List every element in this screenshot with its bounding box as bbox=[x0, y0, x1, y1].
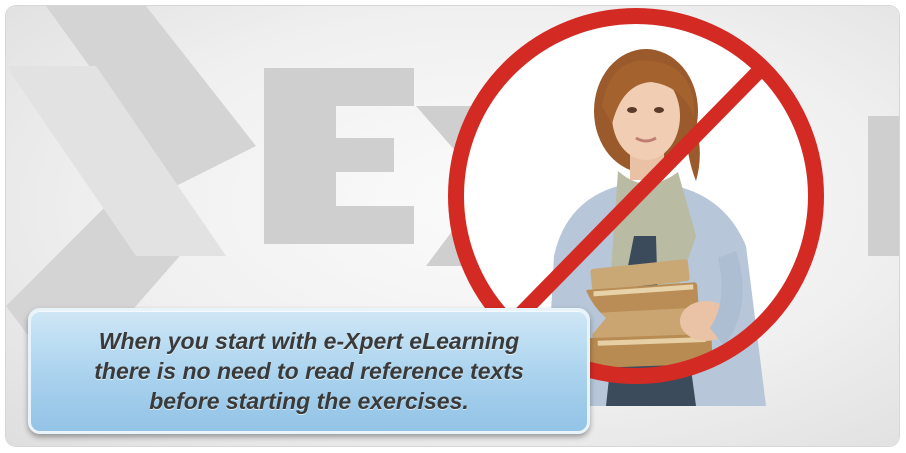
caption-box: When you start with e-Xpert eLearning th… bbox=[28, 308, 590, 434]
caption-line-3: before starting the exercises. bbox=[149, 388, 469, 414]
caption-text: When you start with e-Xpert eLearning th… bbox=[94, 326, 524, 416]
caption-line-2: there is no need to read reference texts bbox=[94, 358, 524, 384]
video-frame: When you start with e-Xpert eLearning th… bbox=[6, 6, 899, 446]
caption-line-1: When you start with e-Xpert eLearning bbox=[98, 328, 520, 354]
